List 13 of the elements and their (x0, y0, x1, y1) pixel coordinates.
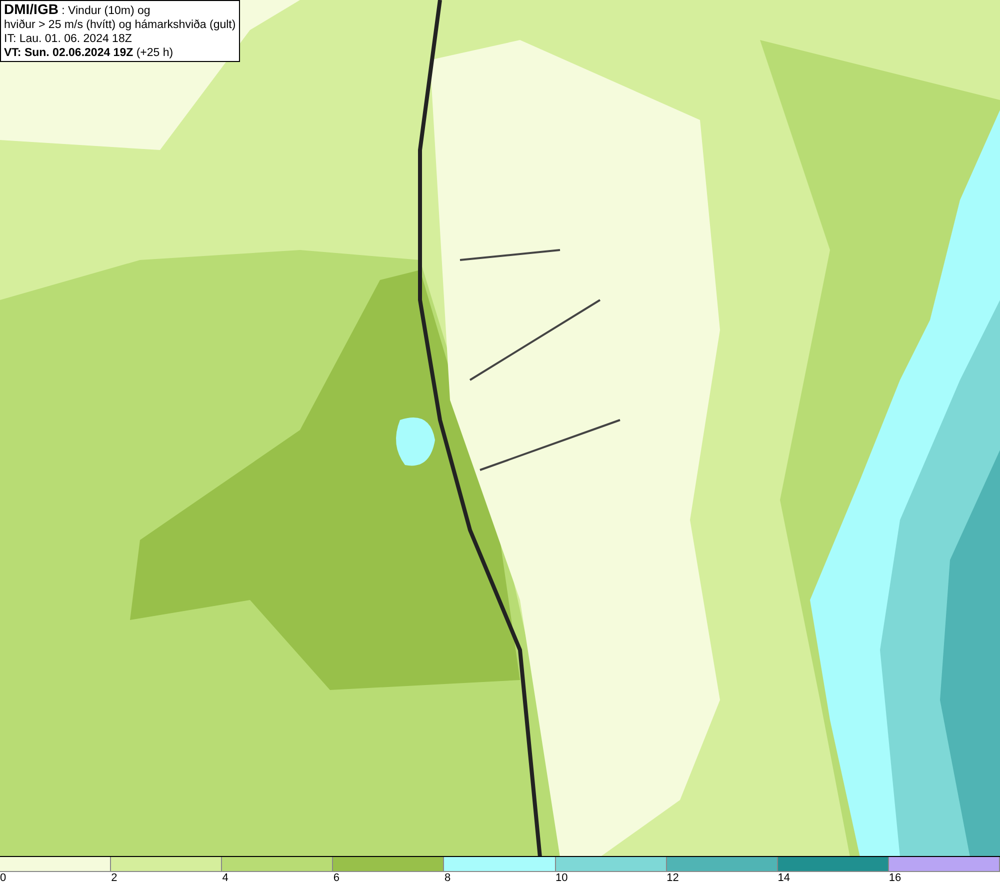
tick-label: 8 (443, 872, 451, 886)
info-text: DMI/IGB : Vindur (10m) og (4, 2, 152, 18)
tick-label: 6 (332, 872, 340, 886)
tick-label: 10 (554, 872, 568, 886)
tick-label: 12 (666, 872, 679, 886)
info-text: VT: Sun. 02.06.2024 19Z (+25 h) (4, 46, 174, 60)
tick-label: 0 (0, 872, 6, 886)
info-text: hviður > 25 m/s (hvítt) og hámarkshviða (gult) (4, 18, 236, 32)
info-text: IT: Lau. 01. 06. 2024 18Z (4, 32, 133, 46)
tick-label: 2 (110, 872, 118, 886)
tick-label: 16 (888, 872, 902, 886)
tick-label: 14 (776, 872, 790, 886)
tick-label: 4 (221, 872, 228, 886)
